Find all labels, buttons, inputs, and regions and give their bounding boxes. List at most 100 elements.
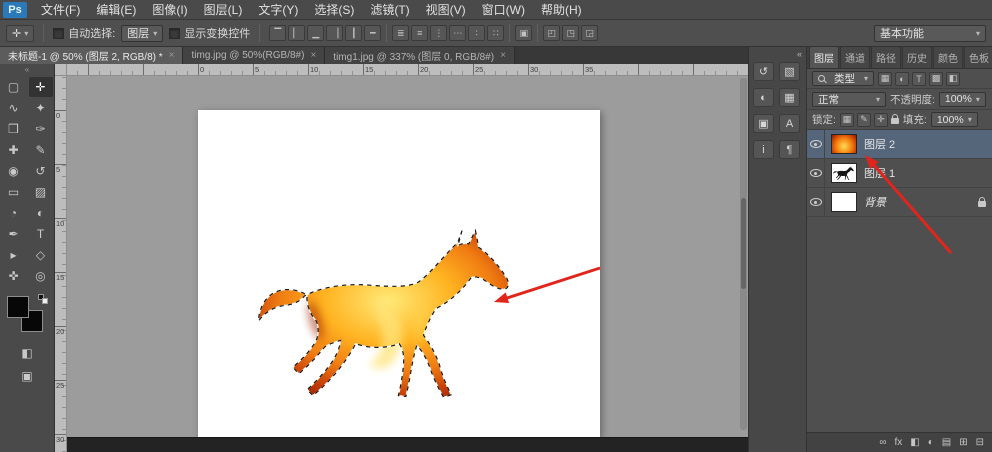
3d-rotate-icon[interactable]: ◰ (543, 25, 560, 41)
filter-pixel-layers-icon[interactable]: ▦ (878, 72, 892, 86)
quick-mask-button[interactable]: ◧ (16, 344, 38, 362)
auto-align-layers-icon[interactable]: ▣ (515, 25, 532, 41)
menu-item[interactable]: 图层(L) (196, 0, 251, 19)
fill-dropdown[interactable]: 100% ▾ (931, 112, 978, 127)
menu-item[interactable]: 选择(S) (306, 0, 362, 19)
layer-visibility-toggle[interactable] (807, 130, 825, 158)
link-layers-icon[interactable]: ∞ (879, 438, 886, 448)
gradient-tool[interactable]: ▨ (29, 182, 53, 202)
menu-item[interactable]: 图像(I) (144, 0, 195, 19)
ruler-origin-box[interactable] (55, 64, 67, 76)
vertical-scrollbar[interactable] (740, 78, 747, 430)
brush-tool[interactable]: ✎ (29, 140, 53, 160)
align-top-edges-icon[interactable]: ▔ (269, 25, 286, 41)
panel-tab[interactable]: 颜色 (933, 47, 963, 68)
3d-pan-icon[interactable]: ◲ (581, 25, 598, 41)
align-bottom-edges-icon[interactable]: ▁ (307, 25, 324, 41)
layer-row[interactable]: 背景 (807, 188, 992, 217)
menu-item[interactable]: 窗口(W) (474, 0, 533, 19)
distribute-top-edges-icon[interactable]: ≣ (392, 25, 409, 41)
pen-tool[interactable]: ✒ (2, 224, 26, 244)
panel-tab[interactable]: 通道 (840, 47, 870, 68)
info-panel-icon[interactable]: i (753, 140, 774, 159)
distribute-vertical-centers-icon[interactable]: ≡ (411, 25, 428, 41)
new-layer-icon[interactable]: ⊞ (959, 438, 967, 448)
lock-position-icon[interactable]: ✛ (874, 113, 888, 127)
auto-select-checkbox[interactable] (53, 28, 64, 39)
blur-tool[interactable]: ◔ (2, 203, 26, 223)
crop-tool[interactable]: ❒ (2, 119, 26, 139)
opacity-dropdown[interactable]: 100% ▾ (939, 92, 986, 107)
align-right-edges-icon[interactable]: ▕ (326, 25, 343, 41)
panel-tab[interactable]: 色板 (964, 47, 992, 68)
3d-roll-icon[interactable]: ◳ (562, 25, 579, 41)
default-colors-icon[interactable] (38, 294, 49, 305)
layer-thumbnail[interactable] (831, 163, 857, 183)
toolbar-collapse-icon[interactable]: « (0, 64, 54, 75)
align-left-edges-icon[interactable]: ▏ (288, 25, 305, 41)
layer-row[interactable]: 图层 1 (807, 159, 992, 188)
layer-visibility-toggle[interactable] (807, 188, 825, 216)
distribute-bottom-edges-icon[interactable]: ⋮ (430, 25, 447, 41)
menu-item[interactable]: 滤镜(T) (362, 0, 417, 19)
menu-item[interactable]: 编辑(E) (88, 0, 144, 19)
auto-select-target-dropdown[interactable]: 图层 ▾ (121, 25, 163, 42)
quick-selection-tool[interactable]: ✦ (29, 98, 53, 118)
workspace-switcher[interactable]: 基本功能 ▾ (874, 25, 986, 42)
history-brush-tool[interactable]: ↺ (29, 161, 53, 181)
layer-filter-kind-dropdown[interactable]: 类型 ▾ (812, 71, 874, 86)
new-adjustment-layer-icon[interactable]: ◐ (928, 438, 934, 448)
fire-horse-selection[interactable] (256, 202, 524, 420)
menu-item[interactable]: 视图(V) (418, 0, 474, 19)
document-canvas[interactable] (198, 110, 600, 437)
menu-item[interactable]: 文字(Y) (250, 0, 306, 19)
filter-type-layers-icon[interactable]: T (912, 72, 926, 86)
new-group-icon[interactable]: ▤ (942, 438, 951, 448)
adjustments-panel-icon[interactable]: ◐ (753, 88, 774, 107)
distribute-right-edges-icon[interactable]: ∷ (487, 25, 504, 41)
foreground-color-swatch[interactable] (7, 296, 29, 318)
layer-thumbnail[interactable] (831, 192, 857, 212)
show-transform-checkbox[interactable] (169, 28, 180, 39)
styles-panel-icon[interactable]: ▣ (753, 114, 774, 133)
layer-row[interactable]: 图层 2 (807, 130, 992, 159)
delete-layer-icon[interactable]: ⊟ (976, 438, 984, 448)
distribute-left-edges-icon[interactable]: ⋯ (449, 25, 466, 41)
path-selection-tool[interactable]: ▸ (2, 245, 26, 265)
close-tab-icon[interactable]: × (500, 50, 506, 61)
eraser-tool[interactable]: ▭ (2, 182, 26, 202)
document-tab[interactable]: timg.jpg @ 50%(RGB/8#)× (183, 47, 325, 64)
screen-mode-button[interactable]: ▣ (16, 367, 38, 385)
filter-adjustment-layers-icon[interactable]: ◐ (895, 72, 909, 86)
layer-visibility-toggle[interactable] (807, 159, 825, 187)
close-tab-icon[interactable]: × (169, 50, 175, 61)
tool-preset-picker[interactable]: ✛ ▾ (6, 25, 34, 42)
close-tab-icon[interactable]: × (310, 50, 316, 61)
menu-item[interactable]: 文件(F) (33, 0, 88, 19)
move-tool[interactable]: ✛ (29, 77, 53, 97)
distribute-horizontal-centers-icon[interactable]: ∶ (468, 25, 485, 41)
filter-smart-objects-icon[interactable]: ◧ (946, 72, 960, 86)
panel-tab[interactable]: 图层 (809, 47, 839, 68)
swatches-panel-icon[interactable]: ▦ (779, 88, 800, 107)
document-tab[interactable]: 未标题-1 @ 50% (图层 2, RGB/8) *× (0, 47, 183, 64)
layer-thumbnail[interactable] (831, 134, 857, 154)
lock-all-icon[interactable] (891, 118, 899, 124)
panel-tab[interactable]: 路径 (871, 47, 901, 68)
color-panel-icon[interactable]: ▧ (779, 62, 800, 81)
history-panel-icon[interactable]: ↺ (753, 62, 774, 81)
spot-healing-brush-tool[interactable]: ✚ (2, 140, 26, 160)
filter-shape-layers-icon[interactable]: ▩ (929, 72, 943, 86)
document-tab[interactable]: timg1.jpg @ 337% (图层 0, RGB/8#)× (325, 47, 515, 64)
layer-style-icon[interactable]: fx (894, 438, 902, 448)
paragraph-panel-icon[interactable]: ¶ (779, 140, 800, 159)
panel-tab[interactable]: 历史 (902, 47, 932, 68)
hand-tool[interactable]: ✜ (2, 266, 26, 286)
eyedropper-tool[interactable]: ✑ (29, 119, 53, 139)
align-vertical-centers-icon[interactable]: ┃ (345, 25, 362, 41)
dodge-tool[interactable]: ◐ (29, 203, 53, 223)
rectangular-marquee-tool[interactable]: ▢ (2, 77, 26, 97)
lasso-tool[interactable]: ∿ (2, 98, 26, 118)
collapse-dock-icon[interactable]: « (749, 47, 806, 60)
add-layer-mask-icon[interactable]: ◧ (910, 438, 919, 448)
